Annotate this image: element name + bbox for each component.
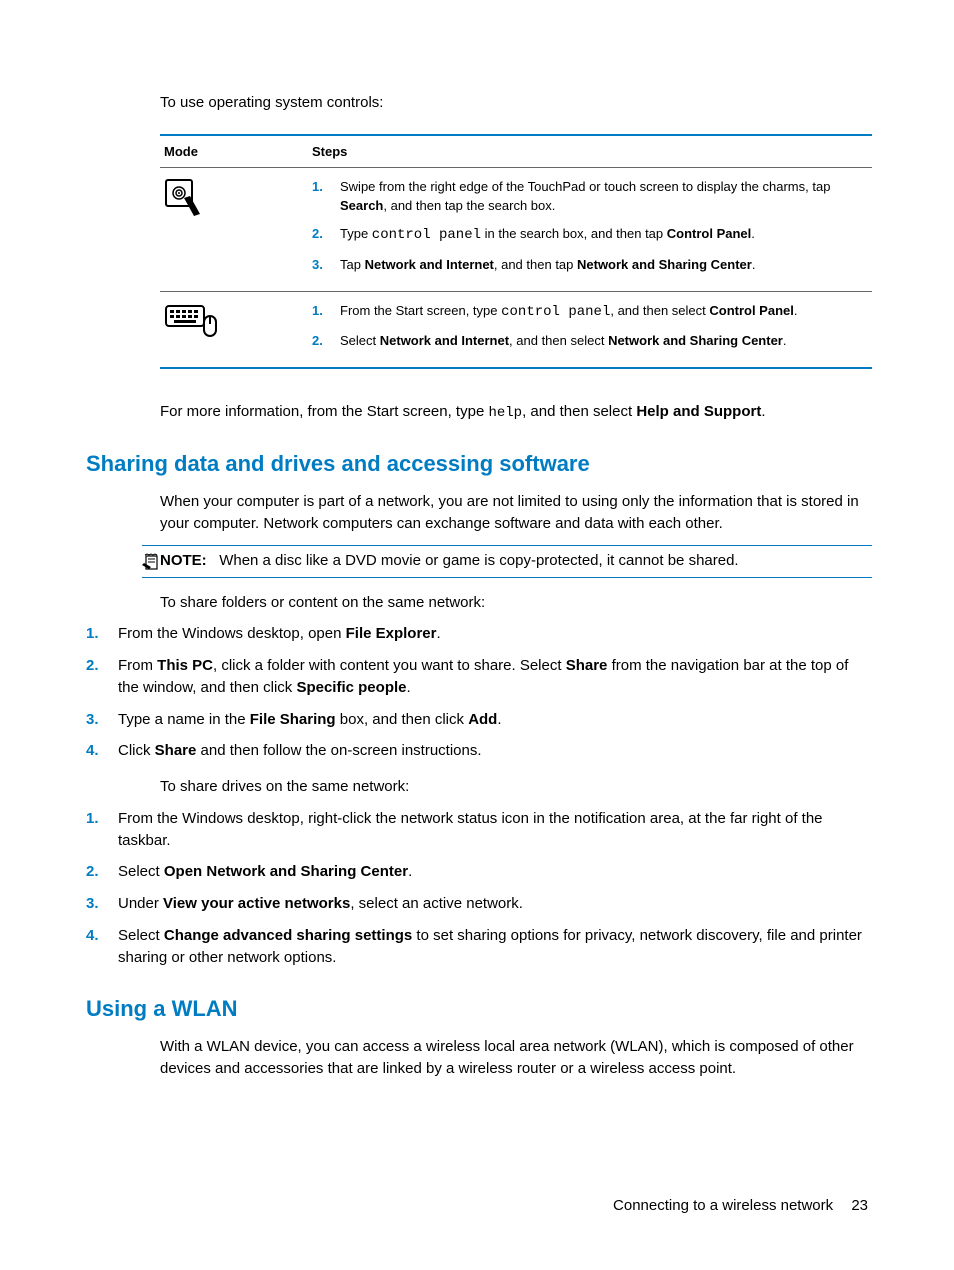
more-info-text: For more information, from the Start scr… [160,401,872,423]
list-item: Type a name in the File Sharing box, and… [118,709,872,731]
page-footer: Connecting to a wireless network 23 [613,1197,868,1214]
step-number: 3. [312,256,340,275]
list-item: From This PC, click a folder with conten… [118,655,872,699]
heading-wlan: Using a WLAN [86,996,872,1022]
step-text: Swipe from the right edge of the TouchPa… [340,178,872,216]
step-text: Tap Network and Internet, and then tap N… [340,256,872,275]
step-text: Select Network and Internet, and then se… [340,332,872,351]
step-number: 2. [86,655,118,699]
step-number: 2. [86,861,118,883]
drives-intro: To share drives on the same network: [160,776,872,798]
step-number: 1. [86,623,118,645]
step-number: 4. [86,925,118,969]
header-mode: Mode [160,144,312,159]
list-item: Select Open Network and Sharing Center. [118,861,872,883]
touch-icon [160,178,312,285]
list-item: Click Share and then follow the on-scree… [118,740,872,762]
step-number: 3. [86,893,118,915]
list-item: From the Windows desktop, open File Expl… [118,623,872,645]
step-number: 1. [312,302,340,322]
table-header-row: Mode Steps [160,136,872,167]
step-number: 2. [312,332,340,351]
step-number: 4. [86,740,118,762]
share-intro: To share folders or content on the same … [160,592,872,614]
footer-title: Connecting to a wireless network [613,1197,833,1214]
share-drives-list: 1. From the Windows desktop, right-click… [86,808,872,969]
share-folders-list: 1. From the Windows desktop, open File E… [86,623,872,762]
step-number: 2. [312,225,340,245]
step-number: 1. [312,178,340,216]
sharing-paragraph: When your computer is part of a network,… [160,491,872,535]
step-text: Type control panel in the search box, an… [340,225,872,245]
note-label: NOTE: [160,552,207,569]
manual-page: To use operating system controls: Mode S… [86,92,872,1090]
step-number: 3. [86,709,118,731]
note-text: When a disc like a DVD movie or game is … [219,552,738,569]
table-row: 1. From the Start screen, type control p… [160,292,872,367]
mode-steps-table: Mode Steps 1. Swipe from the right edge … [160,134,872,369]
note-callout: NOTE: When a disc like a DVD movie or ga… [142,545,872,578]
note-icon [142,553,160,571]
header-steps: Steps [312,144,872,159]
step-number: 1. [86,808,118,852]
intro-text: To use operating system controls: [160,92,872,114]
page-number: 23 [851,1197,868,1214]
list-item: From the Windows desktop, right-click th… [118,808,872,852]
list-item: Under View your active networks, select … [118,893,872,915]
step-text: From the Start screen, type control pane… [340,302,872,322]
heading-sharing: Sharing data and drives and accessing so… [86,451,872,477]
keyboard-mouse-icon [160,302,312,361]
table-row: 1. Swipe from the right edge of the Touc… [160,168,872,291]
list-item: Select Change advanced sharing settings … [118,925,872,969]
wlan-paragraph: With a WLAN device, you can access a wir… [160,1036,872,1080]
